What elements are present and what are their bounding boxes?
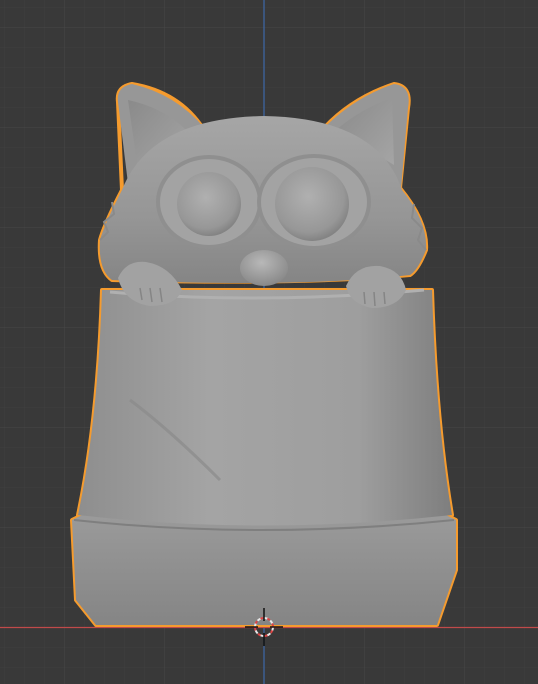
right-eye — [257, 154, 371, 250]
blanket — [78, 290, 452, 526]
cat-nose — [240, 250, 288, 286]
3d-viewport[interactable] — [0, 0, 538, 684]
left-eye — [156, 155, 262, 249]
viewport-canvas[interactable] — [0, 0, 538, 684]
selected-mesh-object[interactable] — [70, 82, 458, 627]
